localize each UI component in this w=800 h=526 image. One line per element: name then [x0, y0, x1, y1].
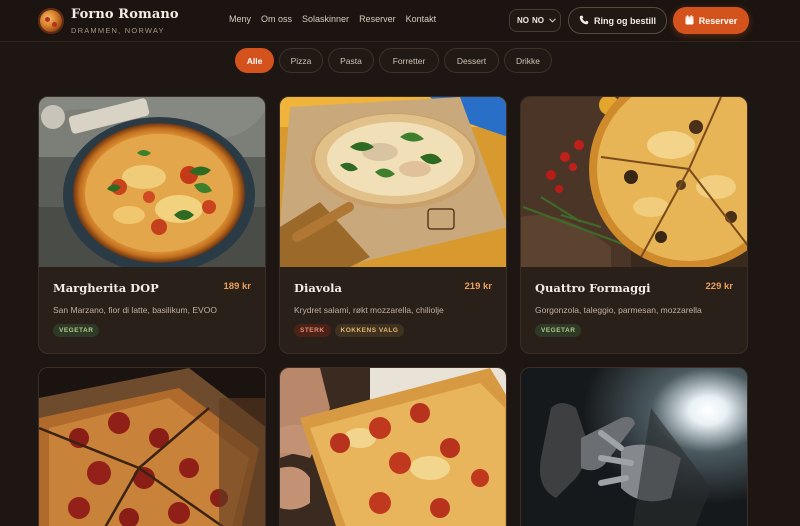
calendar-icon: [685, 14, 694, 27]
menu-card-quattro-formaggi[interactable]: Quattro Formaggi 229 kr Gorgonzola, tale…: [520, 96, 748, 354]
main-nav: Meny Om oss Solaskinner Reserver Kontakt: [229, 14, 436, 24]
card-description: San Marzano, fior di latte, basilikum, E…: [53, 305, 217, 315]
brand[interactable]: Forno Romano DRAMMEN, NORWAY: [38, 7, 179, 35]
card-tags: VEGETAR: [535, 324, 733, 337]
menu-card-diavola[interactable]: Diavola 219 kr Krydret salami, røkt mozz…: [279, 96, 507, 354]
card-tags: STERK KOKKENS VALG: [294, 324, 492, 337]
filter-chip-pizza[interactable]: Pizza: [279, 48, 323, 73]
filter-chip-pasta[interactable]: Pasta: [328, 48, 374, 73]
filter-chip-dessert[interactable]: Dessert: [444, 48, 499, 73]
category-filters: Alle Pizza Pasta Forretter Dessert Drikk…: [235, 48, 552, 73]
filter-chip-alle[interactable]: Alle: [235, 48, 274, 73]
margherita-pizza-image: [39, 97, 265, 267]
tag-kokkens-valg: KOKKENS VALG: [334, 324, 405, 337]
nav-link-om-oss[interactable]: Om oss: [261, 14, 292, 24]
card-price: 229 kr: [705, 281, 733, 292]
tag-vegetar: VEGETAR: [535, 324, 582, 337]
menu-card-pepperoni[interactable]: [38, 367, 266, 526]
brand-location: DRAMMEN, NORWAY: [71, 26, 165, 35]
brand-text: Forno Romano DRAMMEN, NORWAY: [71, 7, 179, 35]
tag-sterk: STERK: [294, 324, 331, 337]
card-description: Krydret salami, røkt mozzarella, chiliol…: [294, 305, 444, 315]
nav-link-meny[interactable]: Meny: [229, 14, 251, 24]
menu-card-margherita[interactable]: Margherita DOP 189 kr San Marzano, fior …: [38, 96, 266, 354]
nav-link-solaskinner[interactable]: Solaskinner: [302, 14, 349, 24]
brand-name: Forno Romano: [71, 7, 179, 22]
pizza-logo-icon: [38, 8, 64, 34]
card-price: 219 kr: [464, 281, 492, 292]
language-selector[interactable]: NO NO: [509, 9, 561, 32]
reserve-button[interactable]: Reserver: [673, 7, 749, 34]
pepperoni-pizza-image: [39, 368, 265, 526]
filter-chip-drikke[interactable]: Drikke: [504, 48, 552, 73]
phone-icon: [579, 15, 589, 27]
nav-link-kontakt[interactable]: Kontakt: [406, 14, 437, 24]
pizza-slice-image: [280, 368, 506, 526]
quattro-formaggi-pizza-image: [521, 97, 747, 267]
diavola-pizza-image: [280, 97, 506, 267]
card-tags: VEGETAR: [53, 324, 251, 337]
menu-card-pizza-slice[interactable]: [279, 367, 507, 526]
language-code: NO: [532, 16, 544, 25]
card-body: Quattro Formaggi 229 kr Gorgonzola, tale…: [521, 267, 747, 353]
tag-vegetar: VEGETAR: [53, 324, 100, 337]
ambience-image: [521, 368, 747, 526]
card-body: Margherita DOP 189 kr San Marzano, fior …: [39, 267, 265, 353]
call-and-order-button[interactable]: Ring og bestill: [568, 7, 667, 34]
reserve-button-label: Reserver: [698, 15, 738, 26]
card-price: 189 kr: [223, 281, 251, 292]
filter-chip-forretter[interactable]: Forretter: [379, 48, 439, 73]
language-flag-label: NO: [517, 16, 529, 25]
card-description: Gorgonzola, taleggio, parmesan, mozzarel…: [535, 305, 702, 315]
card-body: Diavola 219 kr Krydret salami, røkt mozz…: [280, 267, 506, 353]
chevron-down-icon: [549, 16, 556, 25]
menu-card-ambience[interactable]: [520, 367, 748, 526]
site-header: Forno Romano DRAMMEN, NORWAY Meny Om oss…: [0, 0, 800, 42]
card-title: Diavola: [294, 281, 342, 295]
call-button-label: Ring og bestill: [594, 15, 656, 26]
card-title: Quattro Formaggi: [535, 281, 651, 295]
nav-link-reserver[interactable]: Reserver: [359, 14, 396, 24]
card-title: Margherita DOP: [53, 281, 159, 295]
